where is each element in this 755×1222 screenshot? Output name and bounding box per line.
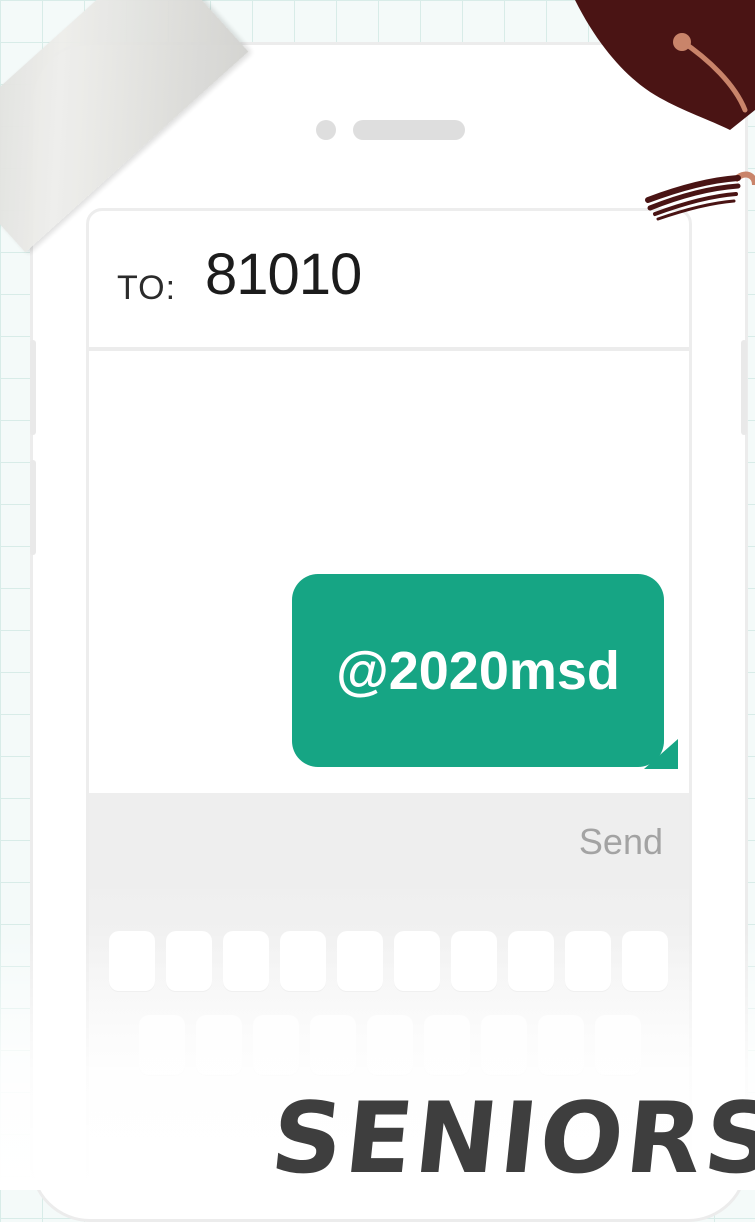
message-text: @2020msd (336, 640, 620, 701)
bubble-tail (644, 739, 678, 769)
recipient-label: TO: (117, 269, 177, 307)
compose-bar[interactable]: Send (89, 793, 689, 889)
seniors-caption: SENIORS (266, 1082, 755, 1196)
recipient-number: 81010 (205, 242, 362, 307)
graduation-cap-icon (575, 0, 755, 221)
message-bubble: @2020msd (292, 574, 678, 769)
speaker-grille (353, 120, 465, 140)
volume-button-down (30, 460, 36, 555)
recipient-bar[interactable]: TO: 81010 (89, 211, 689, 351)
send-button[interactable]: Send (579, 821, 663, 863)
power-button (741, 340, 747, 435)
front-camera (316, 120, 336, 140)
volume-button-up (30, 340, 36, 435)
